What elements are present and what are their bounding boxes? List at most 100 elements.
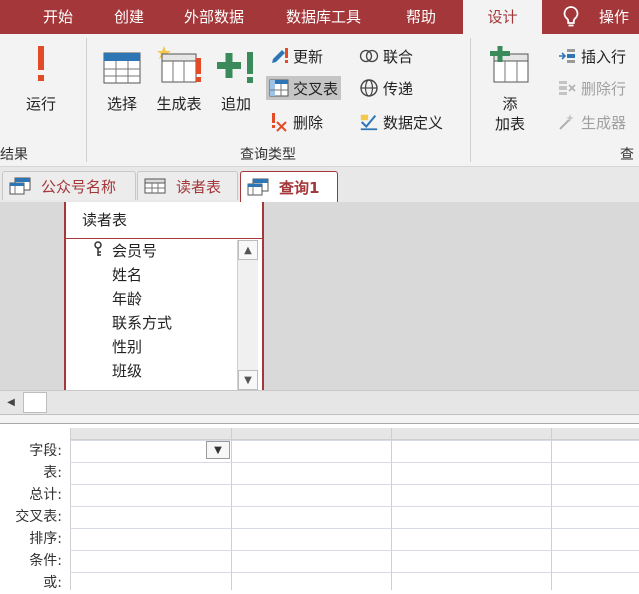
run-label: 运行 [25,95,56,113]
group-label-query-type: 查询类型 [240,147,296,163]
scroll-thumb[interactable] [23,392,47,413]
pane-splitter[interactable] [0,414,639,424]
tab-help[interactable]: 帮助 [406,0,436,34]
tab-external-data[interactable]: 外部数据 [184,0,244,34]
tab-tell-me[interactable]: 操作 [599,0,629,34]
menu-bar: 开始 创建 外部数据 数据库工具 帮助 设计 操作 [0,0,639,34]
field-item-class[interactable]: 班级 [66,359,234,383]
field-list-scrollbar[interactable]: ▲ ▼ [237,240,258,390]
data-definition-icon [359,112,379,132]
field-item-contact[interactable]: 联系方式 [66,311,234,335]
column-selector[interactable] [70,428,231,440]
add-table-label-line1: 添 [502,95,518,113]
field-item-member-id[interactable]: 会员号 [66,239,234,263]
union-icon [359,46,379,66]
doc-tab-gongzhonghao[interactable]: 公众号名称 [2,171,136,200]
column-selector[interactable] [391,428,551,440]
add-table-button[interactable]: 添加表 [490,40,530,134]
lightbulb-icon[interactable] [562,5,580,33]
doc-tab-label: 公众号名称 [41,177,117,196]
append-button[interactable]: 追加 [217,40,255,114]
globe-icon [359,78,379,98]
pencil-icon [269,46,289,66]
field-name: 会员号 [112,242,158,260]
append-icon [217,40,255,84]
select-query-icon [103,40,141,84]
ribbon-separator [470,38,471,162]
row-label-or: 或: [43,575,62,591]
select-query-button[interactable]: 选择 [102,40,142,114]
update-label: 更新 [293,47,324,66]
row-label-table: 表: [43,465,62,481]
field-cell[interactable] [232,441,391,462]
scroll-up-arrow-icon[interactable]: ▲ [238,240,258,260]
field-item-gender[interactable]: 性别 [66,335,234,359]
field-list: 会员号 姓名 年龄 联系方式 性别 班级 [66,239,234,383]
row-label-crosstab: 交叉表: [15,509,62,525]
doc-tab-label: 查询1 [279,178,320,197]
scroll-down-arrow-icon[interactable]: ▼ [238,370,258,390]
grid-row-line [70,484,639,485]
pass-through-button[interactable]: 传递 [356,76,416,100]
chevron-down-icon[interactable]: ▼ [206,441,230,459]
column-selector[interactable] [551,428,639,440]
query-design-grid: 字段: 表: 总计: 交叉表: 排序: 条件: 或: [0,424,639,591]
insert-row-button[interactable]: 插入行 [554,44,629,68]
row-label-criteria: 条件: [29,553,62,569]
builder-button[interactable]: 生成器 [554,110,629,134]
union-query-button[interactable]: 联合 [356,44,416,68]
primary-key-icon [93,241,103,265]
add-table-label-line2: 加表 [494,115,525,133]
add-table-icon [490,40,530,84]
design-horizontal-scrollbar[interactable]: ◀ [0,390,639,415]
make-table-button[interactable]: 生成表 [152,40,206,114]
field-name: 性别 [112,338,143,356]
field-item-name[interactable]: 姓名 [66,263,234,287]
delete-query-button[interactable]: 删除 [266,110,326,134]
field-cell[interactable] [392,441,551,462]
field-cell[interactable] [552,441,639,462]
table-field-list-title[interactable]: 读者表 [66,202,262,239]
column-selector[interactable] [231,428,391,440]
table-icon [144,178,166,194]
field-item-age[interactable]: 年龄 [66,287,234,311]
crosstab-label: 交叉表 [293,79,339,98]
field-name: 年龄 [112,290,143,308]
doc-tab-label: 读者表 [176,177,222,196]
tab-create[interactable]: 创建 [114,0,144,34]
grid-row-line [70,506,639,507]
update-query-button[interactable]: 更新 [266,44,326,68]
delete-row-button[interactable]: 删除行 [554,76,629,100]
insert-row-label: 插入行 [581,47,627,66]
delete-row-icon [557,78,577,98]
field-name: 姓名 [112,266,143,284]
crosstab-icon [269,78,289,98]
doc-tab-reader-table[interactable]: 读者表 [137,171,238,200]
field-name: 班级 [112,362,143,380]
data-definition-label: 数据定义 [383,113,444,132]
doc-tab-query1[interactable]: 查询1 [240,171,338,202]
group-label-results: 结果 [0,147,28,163]
ribbon: 运行 结果 选择 生成表 追加 更新 交叉表 删除 联合 传递 数据定义 查询类… [0,34,639,167]
make-table-icon [156,40,202,84]
table-field-list[interactable]: 读者表 会员号 姓名 年龄 联系方式 性别 班级 ▲ ▼ [64,202,264,390]
row-label-sort: 排序: [29,531,62,547]
data-definition-button[interactable]: 数据定义 [356,110,446,134]
grid-row-labels: 字段: 表: 总计: 交叉表: 排序: 条件: 或: [0,440,66,594]
crosstab-query-button[interactable]: 交叉表 [266,76,342,100]
grid-row-line [70,462,639,463]
exclamation-icon [34,40,48,84]
builder-icon [557,112,577,132]
tab-design[interactable]: 设计 [463,0,542,34]
field-name: 联系方式 [112,314,173,332]
document-tabs: 公众号名称 读者表 查询1 [0,167,639,204]
tab-database-tools[interactable]: 数据库工具 [286,0,361,34]
delete-label: 删除 [293,113,324,132]
run-button[interactable]: 运行 [22,40,60,114]
union-label: 联合 [383,47,414,66]
delete-icon [269,112,289,132]
scroll-left-arrow-icon[interactable]: ◀ [0,391,22,414]
tab-home[interactable]: 开始 [43,0,73,34]
query-icon [247,178,269,196]
group-label-query-setup: 查 [620,147,634,163]
